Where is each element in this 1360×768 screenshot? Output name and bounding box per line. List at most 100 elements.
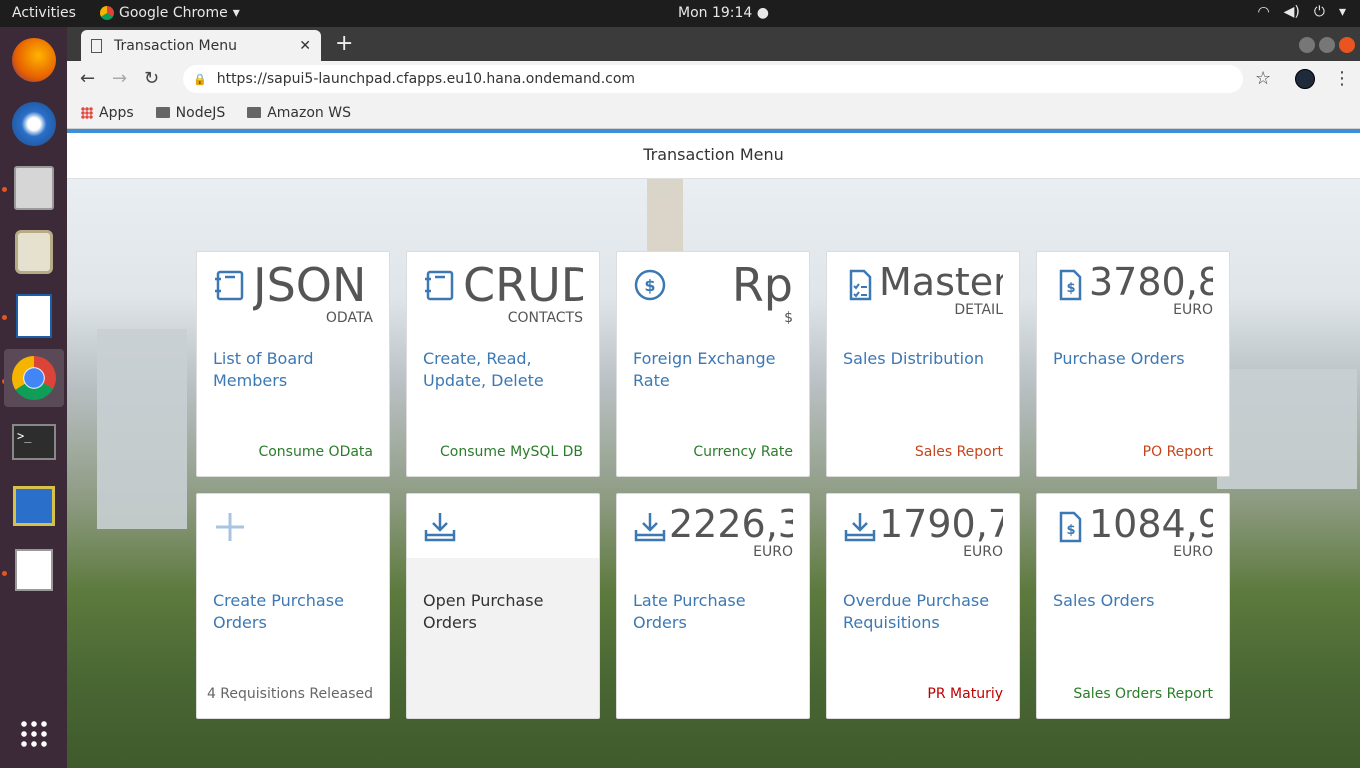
bookmark-apps[interactable]: Apps	[81, 105, 134, 121]
tile-footer: PO Report	[1142, 444, 1213, 460]
volume-icon: ◀)	[1283, 4, 1300, 20]
launchpad-tile[interactable]: $ Rp $ Foreign Exchange Rate Currency Rate	[616, 251, 810, 477]
tile-number: CRUD	[463, 258, 583, 312]
tile-unit: $	[784, 310, 793, 326]
maximize-button[interactable]	[1319, 37, 1335, 53]
launchpad-tile[interactable]: 2226,3 EURO Late Purchase Orders	[616, 493, 810, 719]
document-dollar-icon: $	[1053, 510, 1087, 544]
lock-icon: 🔒	[193, 72, 207, 86]
chevron-down-icon: ▾	[1338, 4, 1346, 20]
launchpad-tile[interactable]: 1790,7 EURO Overdue Purchase Requisitions P…	[826, 493, 1020, 719]
system-top-bar: Activities Google Chrome ▾ Mon 19:14 ● ◠…	[0, 0, 1360, 27]
tile-number: Master	[879, 260, 1003, 304]
show-applications-button[interactable]	[4, 705, 64, 763]
launchpad-tile[interactable]: Create Purchase Orders 4 Requisitions Rel…	[196, 493, 390, 719]
terminal-launcher[interactable]: >_	[4, 413, 64, 471]
chevron-down-icon: ▾	[232, 5, 240, 21]
app-menu[interactable]: Google Chrome ▾	[100, 5, 240, 21]
bookmark-label: Amazon WS	[267, 104, 351, 121]
app-menu-label: Google Chrome	[119, 5, 228, 21]
wifi-icon: ◠	[1257, 4, 1270, 20]
download-icon	[843, 510, 877, 544]
tab-title: Transaction Menu	[114, 37, 237, 54]
terminal-icon: >_	[12, 424, 56, 460]
launchpad-tile[interactable]: $1084,9 EURO Sales Orders Sales Orders Repo…	[1036, 493, 1230, 719]
tile-title: Sales Orders	[1053, 591, 1155, 610]
tile-footer: Currency Rate	[693, 444, 793, 460]
files-launcher[interactable]	[4, 159, 64, 217]
folder-icon	[155, 107, 170, 118]
checklist-document-icon	[843, 268, 877, 302]
firefox-icon	[12, 38, 56, 82]
launchpad-tile[interactable]: Master DETAIL Sales Distribution Sales Repo…	[826, 251, 1020, 477]
tile-unit: EURO	[963, 544, 1003, 560]
chrome-icon	[100, 6, 114, 20]
tile-number: Rp	[731, 258, 793, 312]
window-close-button[interactable]	[1339, 37, 1355, 53]
svg-text:$: $	[644, 276, 655, 295]
bookmark-star-icon[interactable]: ☆	[1255, 68, 1271, 89]
tile-unit: EURO	[753, 544, 793, 560]
shell-header: Transaction Menu	[67, 133, 1360, 179]
apps-grid-icon	[81, 106, 93, 119]
notepad-icon	[15, 549, 53, 591]
file-cabinet-icon	[14, 166, 54, 210]
folder-icon	[247, 107, 262, 118]
download-icon	[633, 510, 667, 544]
document-dollar-icon: $	[1053, 268, 1087, 302]
menu-kebab-icon[interactable]: ⋮	[1333, 68, 1351, 89]
tile-title: Late Purchase Orders	[633, 591, 746, 632]
bookmark-label: NodeJS	[175, 104, 226, 121]
address-bar[interactable]: 🔒 https://sapui5-launchpad.cfapps.eu10.h…	[183, 65, 1243, 93]
tile-footer: Consume MySQL DB	[440, 444, 583, 460]
tile-number: 1790,7	[879, 502, 1003, 546]
tile-title: Create Purchase Orders	[213, 591, 344, 632]
thunderbird-launcher[interactable]	[4, 95, 64, 153]
power-icon: ⏻	[1313, 4, 1325, 20]
bookmark-nodejs[interactable]: NodeJS	[155, 104, 226, 121]
notebook-icon	[423, 268, 457, 302]
tile-unit: DETAIL	[954, 302, 1003, 318]
clock[interactable]: Mon 19:14 ●	[678, 5, 769, 21]
back-button[interactable]: ←	[80, 68, 95, 89]
document-icon	[16, 294, 52, 338]
new-tab-button[interactable]: +	[335, 31, 353, 56]
tile-unit: CONTACTS	[507, 310, 583, 326]
rhythmbox-launcher[interactable]	[4, 223, 64, 281]
building	[97, 329, 187, 529]
close-icon[interactable]: ✕	[299, 38, 311, 54]
firefox-launcher[interactable]	[4, 31, 64, 89]
tile-footer: Sales Report	[914, 444, 1003, 460]
system-tray[interactable]: ◠ ◀) ⏻ ▾	[1257, 4, 1346, 20]
app-launcher[interactable]	[4, 477, 64, 535]
svg-text:$: $	[1066, 281, 1075, 296]
profile-avatar[interactable]	[1295, 69, 1315, 89]
tile-title: Foreign Exchange Rate	[633, 349, 776, 390]
launchpad-tile[interactable]: $3780,8 EURO Purchase Orders PO Report	[1036, 251, 1230, 477]
forward-button[interactable]: →	[112, 68, 127, 89]
launchpad-tile[interactable]: CRUD CONTACTS Create, Read, Update, Delete…	[406, 251, 600, 477]
minimize-button[interactable]	[1299, 37, 1315, 53]
bookmark-label: Apps	[99, 104, 134, 121]
tile-number: 1084,9	[1089, 502, 1213, 546]
tile-footer: 4 Requisitions Released	[206, 686, 373, 702]
writer-launcher[interactable]	[4, 287, 64, 345]
tile-title: Purchase Orders	[1053, 349, 1185, 368]
building	[1217, 369, 1357, 489]
reload-button[interactable]: ↻	[144, 68, 159, 89]
browser-tab[interactable]: Transaction Menu ✕	[81, 30, 321, 61]
text-editor-launcher[interactable]	[4, 541, 64, 599]
launchpad-tile[interactable]: Open Purchase Orders	[406, 493, 600, 719]
activities-button[interactable]: Activities	[12, 5, 76, 21]
thunderbird-icon	[12, 102, 56, 146]
browser-window: Transaction Menu ✕ + ← → ↻ 🔒 https://sap…	[67, 27, 1360, 768]
add-icon	[213, 510, 247, 544]
chrome-launcher[interactable]	[4, 349, 64, 407]
bookmark-amazon-ws[interactable]: Amazon WS	[247, 105, 351, 121]
svg-text:$: $	[1066, 523, 1075, 538]
tile-title: List of Board Members	[213, 349, 314, 390]
chrome-icon	[12, 356, 56, 400]
launchpad-tile[interactable]: JSON ODATA List of Board Members Consume OD…	[196, 251, 390, 477]
page-content: Transaction Menu JSON ODATA List of Board …	[67, 129, 1360, 768]
page-title: Transaction Menu	[643, 145, 784, 164]
